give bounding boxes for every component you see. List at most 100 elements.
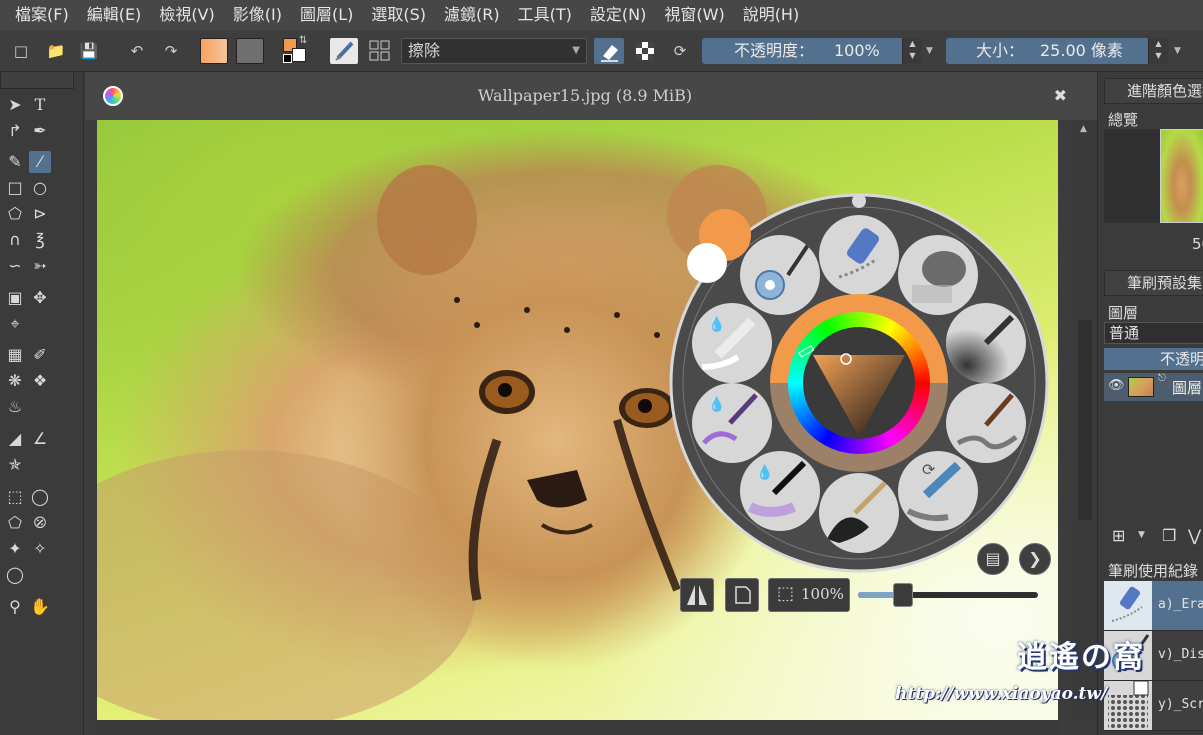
smart-patch-icon[interactable]: ❖	[29, 370, 51, 392]
layer-opacity[interactable]: 不透明度	[1104, 348, 1203, 370]
layers-title: 圖層	[1108, 304, 1139, 322]
brush-preset-icon[interactable]	[330, 38, 358, 64]
brush-presets-grid-icon[interactable]	[367, 38, 393, 64]
contiguous-select-icon[interactable]: ✦	[4, 538, 26, 560]
assistant-tool-icon[interactable]: ◢	[4, 428, 26, 450]
menu-edit[interactable]: 編輯(E)	[78, 0, 151, 30]
dynamic-brush-icon[interactable]: ∽	[4, 255, 26, 277]
mirror-canvas-icon[interactable]	[680, 578, 714, 612]
gradient-tool-icon[interactable]: ▦	[4, 344, 26, 366]
rect-select-icon[interactable]: ⬚	[4, 486, 26, 508]
transform-tool-icon[interactable]: ▣	[4, 287, 26, 309]
calligraphy-icon[interactable]: ✒	[29, 120, 51, 142]
menu-help[interactable]: 說明(H)	[734, 0, 809, 30]
polygon-select-icon[interactable]: ⬠	[4, 512, 26, 534]
bezier-tool-icon[interactable]: ∩	[4, 229, 26, 251]
watermark-logo-text: 逍遙の窩	[1017, 640, 1145, 675]
swap-colors-icon[interactable]: ⇅	[299, 35, 307, 46]
zoom-slider[interactable]	[858, 583, 1038, 607]
add-layer-chevron-icon[interactable]: ▼	[1138, 530, 1145, 540]
pattern-swatch[interactable]	[236, 38, 264, 64]
menu-select[interactable]: 選取(S)	[362, 0, 435, 30]
size-spinbox[interactable]: 大小： 25.00 像素 ▲ ▼	[946, 38, 1168, 64]
reload-preset-icon[interactable]: ⟳	[667, 38, 693, 64]
layer-row[interactable]: 👁 ⎋ 圖層	[1104, 373, 1203, 401]
undo-icon[interactable]: ↶	[124, 38, 150, 64]
recent-colors[interactable]	[685, 205, 755, 285]
similar-select-icon[interactable]: ✧	[29, 538, 51, 560]
vertical-scroll-thumb[interactable]	[1078, 320, 1092, 520]
size-chevron-icon[interactable]: ▼	[1174, 46, 1181, 72]
eye-icon[interactable]: 👁	[1108, 378, 1125, 393]
edit-shapes-icon[interactable]: ↱	[4, 120, 26, 142]
brush-history-title: 筆刷使用紀錄	[1108, 562, 1199, 580]
close-document-icon[interactable]: ✖	[1054, 86, 1067, 105]
save-icon[interactable]: 💾	[76, 38, 102, 64]
krita-window: 檔案(F) 編輯(E) 檢視(V) 影像(I) 圖層(L) 選取(S) 濾鏡(R…	[0, 0, 1203, 735]
reference-images-icon[interactable]: ✯	[4, 454, 26, 476]
vertical-scrollbar[interactable]: ▲	[1073, 120, 1097, 720]
open-document-icon[interactable]: 📁	[43, 38, 69, 64]
layer-blend-mode[interactable]: 普通	[1104, 322, 1203, 344]
freehand-path-icon[interactable]: ℥	[29, 229, 51, 251]
multibrush-icon[interactable]: ➳	[29, 255, 51, 277]
history-item-eraser[interactable]: a)_Eraser	[1104, 581, 1203, 631]
overview-panel[interactable]	[1104, 129, 1203, 223]
brush-presets-tab[interactable]: 筆刷預設集	[1104, 270, 1203, 296]
new-document-icon[interactable]: □	[8, 38, 34, 64]
ellipse-tool-icon[interactable]: ○	[29, 177, 51, 199]
menu-window[interactable]: 視窗(W)	[655, 0, 733, 30]
overview-zoom-value: 50	[1192, 235, 1203, 253]
polyline-tool-icon[interactable]: ⊳	[29, 203, 51, 225]
crop-tool-icon[interactable]: ⌖	[4, 313, 26, 335]
blend-mode-select[interactable]: 擦除 ▼	[401, 38, 587, 64]
redo-icon[interactable]: ↷	[158, 38, 184, 64]
move-tool-icon[interactable]: ✥	[29, 287, 51, 309]
fg-bg-color-selector[interactable]: ⇅	[283, 35, 311, 64]
polygon-tool-icon[interactable]: ⬠	[4, 203, 26, 225]
line-tool-icon[interactable]: ⁄	[29, 151, 51, 173]
colorize-mask-icon[interactable]: ❋	[4, 370, 26, 392]
menu-image[interactable]: 影像(I)	[224, 0, 291, 30]
menu-filter[interactable]: 濾鏡(R)	[435, 0, 509, 30]
layer-more-icon[interactable]: ⋁	[1188, 526, 1201, 545]
duplicate-layer-icon[interactable]: ❐	[1162, 526, 1176, 545]
preserve-alpha-icon[interactable]	[632, 38, 658, 64]
text-tool-icon[interactable]: T	[29, 94, 51, 116]
menu-tools[interactable]: 工具(T)	[509, 0, 581, 30]
select-shapes-icon[interactable]: ➤	[4, 94, 26, 116]
clear-canvas-icon[interactable]	[725, 578, 759, 612]
palette-next-icon[interactable]: ❯	[1019, 543, 1051, 575]
menu-file[interactable]: 檔案(F)	[6, 0, 78, 30]
add-layer-icon[interactable]: ⊞	[1112, 526, 1125, 545]
palette-tag-icon[interactable]: ▤	[977, 543, 1009, 575]
opacity-spinbox[interactable]: 不透明度： 100% ▲ ▼	[702, 38, 922, 64]
menu-settings[interactable]: 設定(N)	[581, 0, 655, 30]
size-label: 大小：	[976, 41, 1025, 60]
pan-tool-icon[interactable]: ✋	[29, 596, 51, 618]
menu-view[interactable]: 檢視(V)	[150, 0, 223, 30]
measure-tool-icon[interactable]: ∠	[29, 428, 51, 450]
gradient-swatch[interactable]	[200, 38, 228, 64]
size-stepper[interactable]: ▲ ▼	[1148, 38, 1168, 64]
rectangle-tool-icon[interactable]: □	[4, 177, 26, 199]
zoom-slider-handle[interactable]	[893, 583, 913, 607]
zoom-tool-icon[interactable]: ⚲	[4, 596, 26, 618]
advanced-color-selector-tab[interactable]: 進階顏色選擇器	[1104, 78, 1203, 104]
menu-layer[interactable]: 圖層(L)	[291, 0, 362, 30]
ellipse-select-icon[interactable]: ◯	[29, 486, 51, 508]
bezier-select-icon[interactable]: ◯	[4, 564, 26, 586]
zoom-reset-button[interactable]: ⬚ 100%	[768, 578, 850, 612]
freehand-brush-icon[interactable]: ✎	[4, 151, 26, 173]
opacity-chevron-icon[interactable]: ▼	[926, 46, 933, 72]
toolbox-tab[interactable]	[0, 72, 74, 89]
opacity-stepper[interactable]: ▲ ▼	[902, 38, 922, 64]
layer-thumbnail	[1128, 377, 1154, 397]
scroll-up-icon[interactable]: ▲	[1080, 124, 1087, 134]
history-thumbnail	[1104, 581, 1152, 630]
freehand-select-icon[interactable]: ⦼	[29, 512, 51, 534]
horizontal-scrollbar[interactable]	[97, 720, 1058, 735]
fill-tool-icon[interactable]: ♨	[4, 396, 26, 418]
eraser-mode-icon[interactable]	[594, 38, 624, 64]
color-picker-icon[interactable]: ✐	[29, 344, 51, 366]
